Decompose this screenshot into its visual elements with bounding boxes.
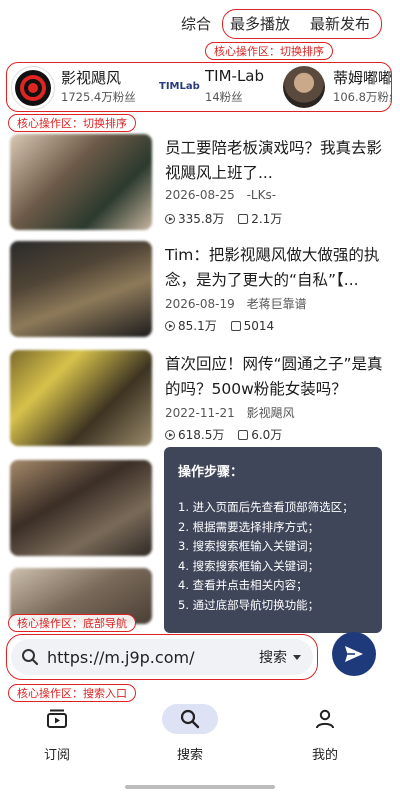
search-area: 搜索 bbox=[6, 634, 318, 680]
step-item: 5. 通过底部导航切换功能； bbox=[178, 597, 320, 612]
video-stats: 85.1万 5014 bbox=[165, 317, 274, 334]
creator-area-annotation: 核心操作区：切换排序 bbox=[8, 114, 136, 132]
step-item: 3. 搜索搜索框输入关键词； bbox=[178, 539, 320, 553]
comment-icon bbox=[238, 430, 249, 440]
play-count: 618.5万 bbox=[178, 428, 225, 442]
creator-strip: 影视飓风 1725.4万粉丝 TIMLab TIM-Lab 14粉丝 蒂姆嘟嘟 … bbox=[6, 62, 392, 112]
creator-fans: 1725.4万粉丝 bbox=[61, 90, 136, 104]
sort-area-highlight bbox=[222, 9, 382, 39]
step-item: 1. 进入页面后先查看顶部筛选区； bbox=[178, 500, 354, 514]
subscription-icon bbox=[47, 709, 67, 728]
search-type-dropdown[interactable]: 搜索 bbox=[259, 647, 301, 667]
comment-count: 6.0万 bbox=[251, 428, 283, 442]
play-count-icon bbox=[165, 321, 175, 331]
send-button[interactable] bbox=[332, 632, 376, 676]
video-stats: 618.5万 6.0万 bbox=[165, 426, 282, 443]
bottom-nav: 订阅 搜索 我的 bbox=[0, 698, 400, 778]
play-count: 85.1万 bbox=[178, 319, 217, 333]
play-count-icon bbox=[165, 214, 175, 224]
step-item: 2. 根据需要选择排序方式； bbox=[178, 519, 320, 534]
send-icon bbox=[345, 646, 363, 662]
step-item: 4. 搜索搜索框输入关键词； bbox=[178, 558, 320, 573]
steps-panel: 操作步骤： 1. 进入页面后先查看顶部筛选区； 2. 根据需要选择排序方式； 3… bbox=[164, 447, 382, 633]
red-ring-logo-icon bbox=[15, 70, 51, 106]
search-type-label: 搜索 bbox=[259, 650, 287, 666]
steps-title: 操作步骤： bbox=[178, 465, 244, 480]
search-bar[interactable]: 搜索 bbox=[11, 639, 313, 675]
nav-item-profile[interactable]: 我的 bbox=[280, 698, 370, 768]
video-stats: 335.8万 2.1万 bbox=[165, 210, 282, 227]
nav-label: 订阅 bbox=[43, 748, 70, 763]
play-count: 335.8万 bbox=[178, 212, 225, 226]
home-indicator bbox=[125, 785, 275, 789]
comment-count: 2.1万 bbox=[251, 212, 283, 226]
video-thumbnail bbox=[10, 241, 152, 337]
video-title: Tim：把影视飓风做大做强的执念，是为了更大的“自私”【... bbox=[165, 246, 380, 289]
nav-item-search[interactable]: 搜索 bbox=[145, 698, 235, 768]
video-date: 2022-11-21 bbox=[165, 406, 235, 420]
video-date: 2026-08-25 bbox=[165, 188, 235, 202]
creator-card[interactable]: TIMLab TIM-Lab 14粉丝 bbox=[157, 63, 287, 111]
nav-item-subscriptions[interactable]: 订阅 bbox=[12, 698, 102, 768]
video-author: 老蒋巨靠谱 bbox=[246, 297, 307, 311]
chevron-down-icon bbox=[293, 655, 301, 660]
video-thumbnail bbox=[10, 350, 152, 446]
comment-icon bbox=[238, 214, 249, 224]
video-title: 员工要陪老板演戏吗？我真去影视飓风上班了... bbox=[165, 139, 383, 182]
search-icon bbox=[180, 709, 200, 729]
play-count-icon bbox=[165, 430, 175, 440]
creator-name: TIM-Lab bbox=[205, 67, 265, 85]
video-meta: 2026-08-25 -LKs- bbox=[165, 188, 276, 202]
video-meta: 2026-08-19 老蒋巨靠谱 bbox=[165, 295, 307, 312]
creator-card[interactable]: 影视飓风 1725.4万粉丝 bbox=[11, 63, 161, 111]
comment-count: 5014 bbox=[243, 319, 275, 333]
bottom-nav-annotation: 核心操作区：底部导航 bbox=[8, 614, 136, 632]
steps-list: 1. 进入页面后先查看顶部筛选区； 2. 根据需要选择排序方式； 3. 搜索搜索… bbox=[178, 498, 368, 615]
tab-comprehensive[interactable]: 综合 bbox=[181, 10, 211, 38]
video-meta: 2022-11-21 影视飓风 bbox=[165, 404, 295, 421]
video-author: -LKs- bbox=[246, 188, 277, 202]
creator-name: 影视飓风 bbox=[61, 69, 122, 87]
step-item: 4. 查看并点击相关内容； bbox=[178, 578, 308, 592]
creator-avatar bbox=[283, 66, 325, 108]
list-item[interactable]: 首次回应！网传“圆通之子”是真的吗？500w粉能女装吗？ 2022-11-21 … bbox=[10, 350, 390, 450]
video-date: 2026-08-19 bbox=[165, 297, 235, 311]
search-icon bbox=[22, 649, 39, 666]
video-author: 影视飓风 bbox=[246, 406, 295, 420]
list-item[interactable]: Tim：把影视飓风做大做强的执念，是为了更大的“自私”【... 2026-08-… bbox=[10, 241, 390, 341]
creator-card[interactable]: 蒂姆嘟嘟 106.8万粉丝 bbox=[283, 63, 392, 111]
search-input[interactable] bbox=[47, 644, 237, 670]
creator-name: 蒂姆嘟嘟 bbox=[333, 69, 392, 87]
nav-label: 我的 bbox=[311, 748, 338, 763]
creator-fans: 14粉丝 bbox=[205, 90, 243, 104]
comment-icon bbox=[230, 321, 241, 331]
list-item[interactable]: 员工要陪老板演戏吗？我真去影视飓风上班了... 2026-08-25 -LKs-… bbox=[10, 134, 390, 234]
video-title: 首次回应！网传“圆通之子”是真的吗？500w粉能女装吗？ bbox=[165, 355, 383, 398]
video-thumbnail bbox=[10, 134, 152, 230]
creator-logo: TIMLab bbox=[159, 81, 200, 92]
creator-avatar bbox=[11, 66, 55, 110]
creator-fans: 106.8万粉丝 bbox=[333, 90, 391, 104]
video-thumbnail bbox=[10, 460, 152, 556]
nav-label: 搜索 bbox=[176, 748, 203, 763]
profile-icon bbox=[316, 709, 334, 729]
sort-area-annotation: 核心操作区：切换排序 bbox=[205, 42, 333, 60]
